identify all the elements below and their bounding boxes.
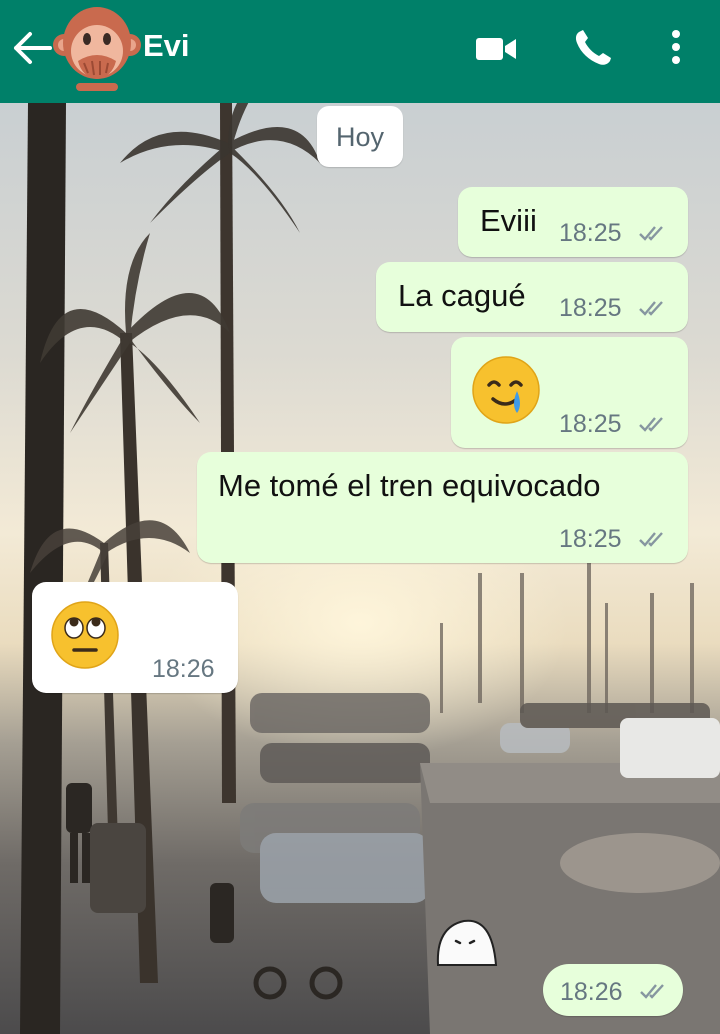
message-bubble-outgoing[interactable]: 18:25 bbox=[451, 337, 688, 448]
date-divider: Hoy bbox=[317, 106, 403, 167]
message-bubble-outgoing[interactable]: Me tomé el tren equivocado 18:25 bbox=[197, 452, 688, 563]
white-blob-sticker[interactable] bbox=[434, 915, 498, 967]
message-time: 18:25 bbox=[559, 294, 622, 322]
message-time: 18:25 bbox=[559, 219, 622, 247]
message-bubble-outgoing[interactable]: La cagué 18:25 bbox=[376, 262, 688, 332]
back-arrow-icon[interactable] bbox=[12, 30, 52, 66]
double-check-icon bbox=[639, 532, 663, 547]
message-text: Eviii bbox=[480, 203, 537, 238]
sticker-time-badge: 18:26 bbox=[543, 964, 683, 1016]
message-text: La cagué bbox=[398, 278, 526, 313]
message-time: 18:25 bbox=[559, 410, 622, 438]
contact-name[interactable]: Evi bbox=[143, 28, 190, 64]
phone-icon[interactable] bbox=[571, 28, 615, 68]
more-options-icon[interactable] bbox=[656, 28, 700, 68]
double-check-icon bbox=[639, 417, 663, 432]
rolling-eyes-emoji bbox=[51, 601, 119, 669]
chat-wallpaper: Hoy Eviii 18:25 La cagué 18:25 18:25 Me … bbox=[0, 103, 720, 1034]
crying-face-emoji bbox=[472, 356, 540, 424]
monkey-avatar[interactable] bbox=[52, 3, 142, 93]
double-check-icon bbox=[639, 301, 663, 316]
double-check-icon bbox=[639, 226, 663, 241]
message-time: 18:26 bbox=[152, 655, 215, 683]
date-divider-label: Hoy bbox=[335, 122, 384, 152]
chat-header: Evi bbox=[0, 0, 720, 103]
message-time: 18:26 bbox=[560, 978, 623, 1006]
message-bubble-incoming[interactable]: 18:26 bbox=[32, 582, 238, 693]
double-check-icon bbox=[640, 984, 664, 999]
message-time: 18:25 bbox=[559, 525, 622, 553]
message-bubble-outgoing[interactable]: Eviii 18:25 bbox=[458, 187, 688, 257]
video-call-icon[interactable] bbox=[474, 28, 518, 68]
message-text: Me tomé el tren equivocado bbox=[218, 468, 601, 503]
